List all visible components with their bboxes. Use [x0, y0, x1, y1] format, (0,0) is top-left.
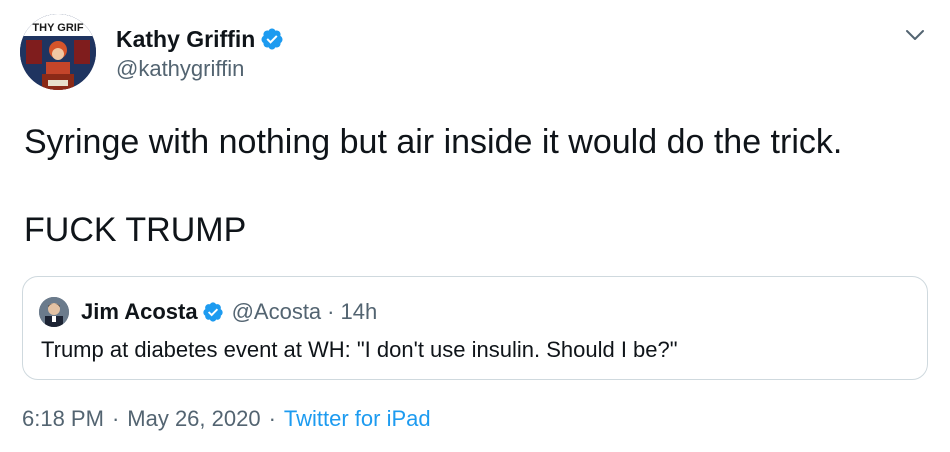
tweet-date[interactable]: May 26, 2020 [127, 406, 260, 432]
tweet-card: THY GRIF Kathy Griffin @kathygriffin Syr… [0, 0, 950, 452]
quoted-header: Jim Acosta @Acosta · 14h [81, 297, 377, 327]
tweet-text-line: FUCK TRUMP [24, 211, 247, 249]
quoted-text: Trump at diabetes event at WH: "I don't … [41, 337, 678, 362]
footer-separator: · [268, 406, 276, 431]
avatar-image: THY GRIF [20, 14, 96, 90]
quoted-relative-time[interactable]: 14h [341, 299, 378, 325]
quoted-separator: · [327, 299, 335, 324]
author-header: Kathy Griffin @kathygriffin [116, 24, 284, 82]
tweet-time[interactable]: 6:18 PM [22, 406, 104, 432]
author-avatar[interactable]: THY GRIF [20, 14, 96, 90]
verified-badge-icon [261, 28, 283, 50]
quoted-handle[interactable]: @Acosta [232, 299, 322, 325]
chevron-down-icon[interactable] [902, 22, 928, 48]
author-display-name[interactable]: Kathy Griffin [116, 26, 255, 53]
tweet-text-line: Syringe with nothing but air inside it w… [24, 123, 843, 161]
tweet-footer: 6:18 PM · May 26, 2020 · Twitter for iPa… [22, 406, 431, 432]
tweet-text: Syringe with nothing but air inside it w… [24, 120, 934, 252]
verified-badge-icon [202, 302, 223, 322]
tweet-source-link[interactable]: Twitter for iPad [284, 406, 431, 432]
quoted-author-avatar[interactable] [39, 297, 69, 327]
quoted-tweet[interactable]: Jim Acosta @Acosta · 14h Trump at diabet… [22, 276, 928, 380]
avatar-caption: THY GRIF [32, 22, 83, 34]
quoted-avatar-image [39, 297, 69, 327]
quoted-display-name[interactable]: Jim Acosta [81, 299, 198, 325]
author-handle[interactable]: @kathygriffin [116, 56, 284, 82]
author-name-row: Kathy Griffin [116, 24, 284, 54]
footer-separator: · [111, 406, 120, 431]
